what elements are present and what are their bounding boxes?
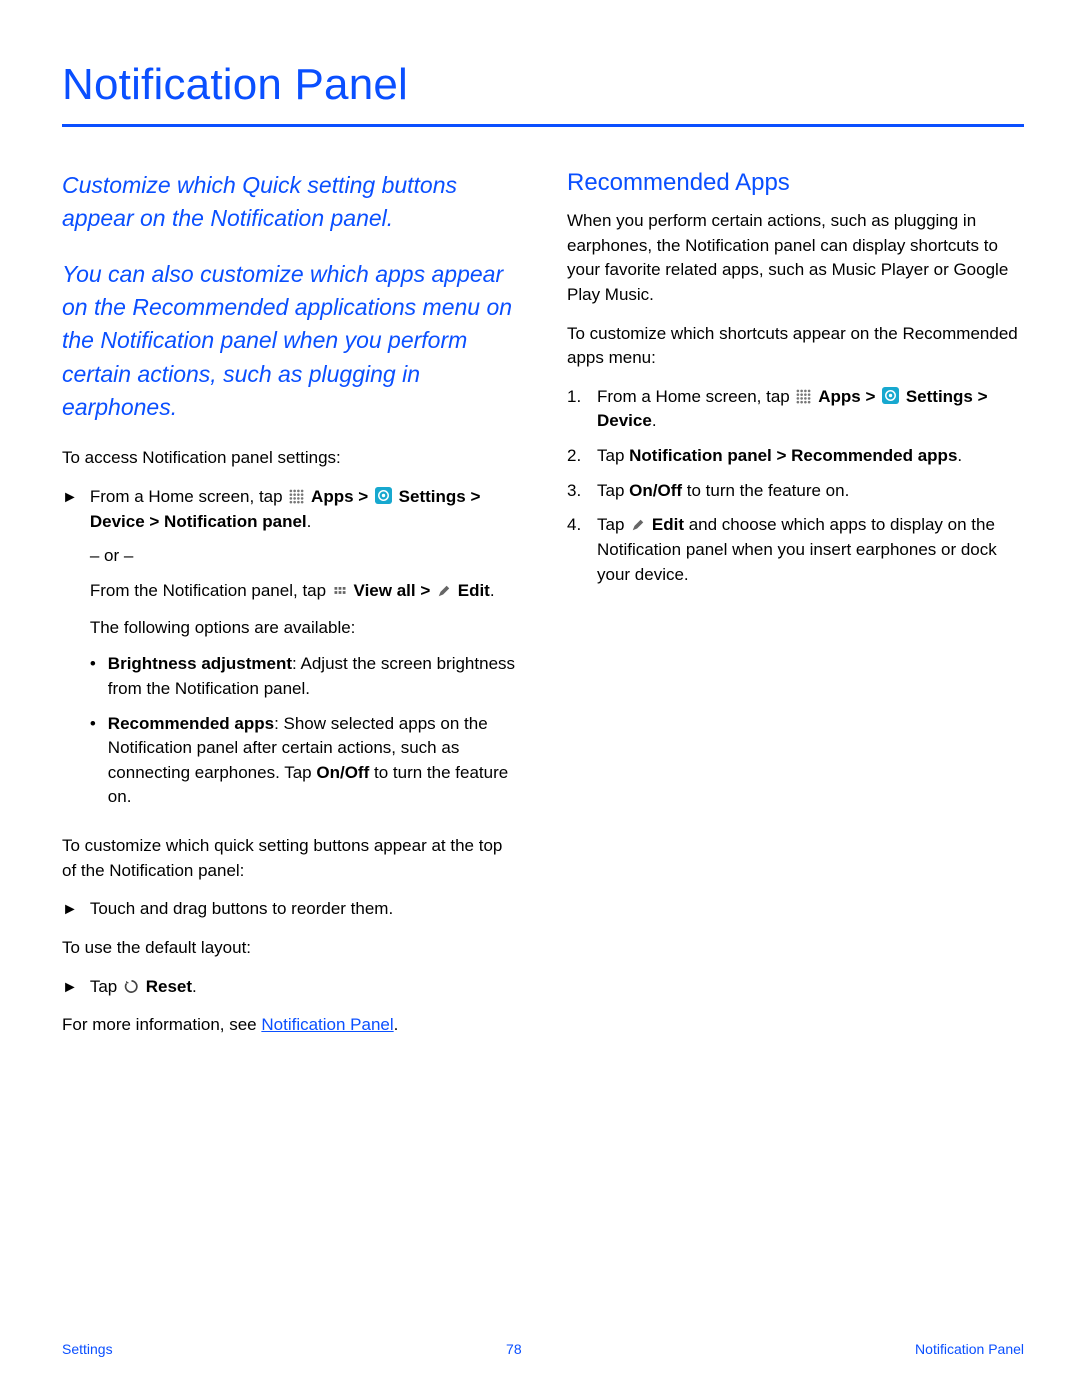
settings-gear-icon	[375, 487, 392, 504]
period: .	[490, 581, 495, 600]
reset-circular-arrow-icon	[124, 979, 139, 994]
option-recommended-apps: • Recommended apps: Show selected apps o…	[90, 712, 519, 811]
step-text: From a Home screen, tap Apps > Settings …	[90, 485, 519, 820]
onoff-label: On/Off	[316, 763, 369, 782]
step-text: Tap Edit and choose which apps to displa…	[597, 513, 1024, 587]
arrow-list: ► Tap Reset.	[62, 975, 519, 1000]
text: to turn the feature on.	[682, 481, 849, 500]
step-text: Tap On/Off to turn the feature on.	[597, 479, 1024, 504]
viewall-label: View all	[354, 581, 416, 600]
view-all-grid-icon	[333, 587, 347, 598]
path-label: Notification panel > Recommended apps	[629, 446, 957, 465]
label: Brightness adjustment	[108, 654, 292, 673]
text: From a Home screen, tap	[597, 387, 794, 406]
step-4: 4. Tap Edit and choose which apps to dis…	[567, 513, 1024, 587]
customize-lead: To customize which quick setting buttons…	[62, 834, 519, 883]
arrow-list: ► Touch and drag buttons to reorder them…	[62, 897, 519, 922]
title-rule	[62, 124, 1024, 127]
gt1: >	[358, 487, 373, 506]
step-text: Tap Reset.	[90, 975, 519, 1000]
text: Tap	[597, 481, 629, 500]
footer-left: Settings	[62, 1341, 113, 1357]
period: .	[394, 1015, 399, 1034]
apps-grid-icon	[796, 389, 811, 404]
alt-step: From the Notification panel, tap View al…	[90, 579, 519, 604]
period: .	[307, 512, 312, 531]
intro-paragraph-2: You can also customize which apps appear…	[62, 258, 519, 425]
option-brightness: • Brightness adjustment: Adjust the scre…	[90, 652, 519, 701]
numbered-steps: 1. From a Home screen, tap Apps > Settin…	[567, 385, 1024, 587]
gt3: >	[865, 387, 880, 406]
edit-pencil-icon	[631, 518, 645, 532]
gt2: >	[420, 581, 435, 600]
text: From the Notification panel, tap	[90, 581, 331, 600]
more-info: For more information, see Notification P…	[62, 1013, 519, 1038]
edit-pencil-icon	[437, 584, 451, 598]
number: 2.	[567, 444, 587, 469]
edit-label: Edit	[458, 581, 490, 600]
edit-label: Edit	[652, 515, 684, 534]
text: Tap	[597, 446, 629, 465]
notification-panel-link[interactable]: Notification Panel	[261, 1015, 393, 1034]
column-left: Customize which Quick setting buttons ap…	[62, 169, 519, 1052]
step-1: 1. From a Home screen, tap Apps > Settin…	[567, 385, 1024, 434]
access-lead: To access Notification panel settings:	[62, 446, 519, 471]
option-text: Recommended apps: Show selected apps on …	[108, 712, 519, 811]
period: .	[652, 411, 657, 430]
text: Tap	[90, 977, 122, 996]
reset-label: Reset	[146, 977, 192, 996]
ra-para2: To customize which shortcuts appear on t…	[567, 322, 1024, 371]
ra-para1: When you perform certain actions, such a…	[567, 209, 1024, 308]
footer-right: Notification Panel	[915, 1341, 1024, 1357]
settings-label: Settings	[399, 487, 466, 506]
step-reorder: ► Touch and drag buttons to reorder them…	[62, 897, 519, 922]
two-columns: Customize which Quick setting buttons ap…	[62, 169, 1024, 1052]
apps-label: Apps	[311, 487, 354, 506]
intro-paragraph-1: Customize which Quick setting buttons ap…	[62, 169, 519, 236]
option-text: Brightness adjustment: Adjust the screen…	[108, 652, 519, 701]
column-right: Recommended Apps When you perform certai…	[567, 169, 1024, 1052]
or-separator: – or –	[90, 544, 519, 569]
step-access: ► From a Home screen, tap Apps > Setting…	[62, 485, 519, 820]
arrow-icon: ►	[62, 975, 78, 1000]
label: Recommended apps	[108, 714, 274, 733]
step-3: 3. Tap On/Off to turn the feature on.	[567, 479, 1024, 504]
step-reset: ► Tap Reset.	[62, 975, 519, 1000]
period: .	[192, 977, 197, 996]
apps-grid-icon	[289, 489, 304, 504]
page-title: Notification Panel	[62, 60, 1024, 110]
apps-label: Apps	[818, 387, 861, 406]
text: Tap	[597, 515, 629, 534]
step-2: 2. Tap Notification panel > Recommended …	[567, 444, 1024, 469]
recommended-apps-heading: Recommended Apps	[567, 169, 1024, 197]
arrow-icon: ►	[62, 485, 78, 820]
bullet-icon: •	[90, 652, 96, 701]
page-footer: Settings 78 Notification Panel	[0, 1341, 1080, 1357]
text: For more information, see	[62, 1015, 261, 1034]
footer-page-number: 78	[506, 1341, 522, 1357]
document-page: Notification Panel Customize which Quick…	[0, 0, 1080, 1397]
arrow-list: ► From a Home screen, tap Apps > Setting…	[62, 485, 519, 820]
period: .	[957, 446, 962, 465]
text: From a Home screen, tap	[90, 487, 287, 506]
default-lead: To use the default layout:	[62, 936, 519, 961]
step-text: Tap Notification panel > Recommended app…	[597, 444, 1024, 469]
number: 1.	[567, 385, 587, 434]
settings-gear-icon	[882, 387, 899, 404]
bullet-icon: •	[90, 712, 96, 811]
number: 3.	[567, 479, 587, 504]
step-text: Touch and drag buttons to reorder them.	[90, 897, 519, 922]
number: 4.	[567, 513, 587, 587]
settings-label: Settings	[906, 387, 973, 406]
onoff-label: On/Off	[629, 481, 682, 500]
step-text: From a Home screen, tap Apps > Settings …	[597, 385, 1024, 434]
options-lead: The following options are available:	[90, 616, 519, 641]
arrow-icon: ►	[62, 897, 78, 922]
options-list: • Brightness adjustment: Adjust the scre…	[90, 652, 519, 810]
